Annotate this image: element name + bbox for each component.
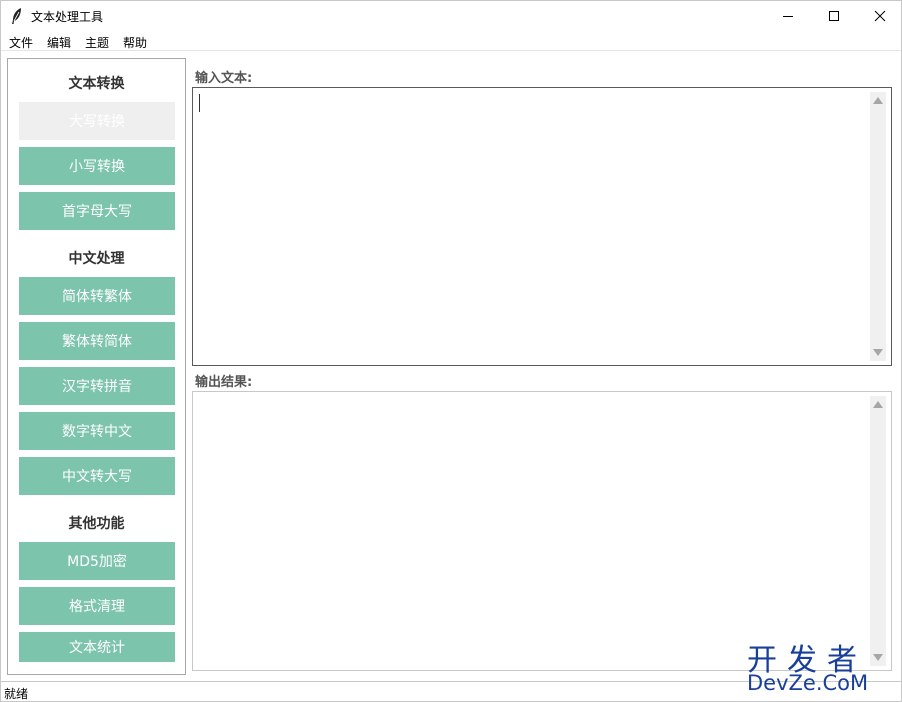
close-icon	[874, 10, 886, 22]
input-label: 输入文本:	[195, 71, 253, 86]
simplified-to-traditional-button[interactable]: 简体转繁体	[19, 277, 175, 315]
input-scrollbar[interactable]	[870, 92, 886, 361]
title-bar: 文本处理工具	[1, 1, 901, 31]
menu-theme[interactable]: 主题	[85, 34, 109, 51]
output-textarea[interactable]	[192, 391, 892, 671]
window-title: 文本处理工具	[31, 10, 104, 24]
status-text: 就绪	[4, 687, 29, 701]
sidebar: 文本转换 大写转换 小写转换 首字母大写 中文处理 简体转繁体 繁体转简体 汉字…	[7, 58, 186, 675]
uppercase-button[interactable]: 大写转换	[19, 102, 175, 140]
scroll-up-icon[interactable]	[873, 97, 883, 104]
maximize-button[interactable]	[811, 1, 857, 31]
text-caret	[199, 94, 200, 112]
app-window: 文本处理工具 文件 编辑 主题 帮助 文本转换 大写转换 小写转换 首字母大写 …	[0, 0, 902, 702]
hanzi-to-pinyin-button[interactable]: 汉字转拼音	[19, 367, 175, 405]
output-label: 输出结果:	[195, 375, 253, 390]
scroll-up-icon[interactable]	[873, 401, 883, 408]
minimize-button[interactable]	[765, 1, 811, 31]
traditional-to-simplified-button[interactable]: 繁体转简体	[19, 322, 175, 360]
input-textarea[interactable]	[192, 87, 892, 366]
capitalize-button[interactable]: 首字母大写	[19, 192, 175, 230]
lowercase-button[interactable]: 小写转换	[19, 147, 175, 185]
number-to-chinese-button[interactable]: 数字转中文	[19, 412, 175, 450]
output-scrollbar[interactable]	[870, 396, 886, 666]
menu-edit[interactable]: 编辑	[47, 34, 71, 51]
main-area: 文本转换 大写转换 小写转换 首字母大写 中文处理 简体转繁体 繁体转简体 汉字…	[1, 52, 901, 681]
menu-help[interactable]: 帮助	[123, 34, 147, 51]
menu-bar: 文件 编辑 主题 帮助	[1, 31, 901, 51]
chinese-to-uppercase-button[interactable]: 中文转大写	[19, 457, 175, 495]
watermark-line2: DevZe.CoM	[747, 671, 869, 695]
minimize-icon	[783, 16, 793, 17]
section-title-text-conversion: 文本转换	[68, 76, 125, 92]
md5-button[interactable]: MD5加密	[19, 542, 175, 580]
close-button[interactable]	[857, 1, 902, 31]
scroll-down-icon[interactable]	[873, 349, 883, 356]
maximize-icon	[829, 11, 839, 21]
section-title-chinese: 中文处理	[68, 251, 125, 267]
text-stats-button[interactable]: 文本统计	[19, 632, 175, 662]
watermark: 开发者 DevZe.CoM	[741, 635, 897, 699]
menu-file[interactable]: 文件	[9, 34, 33, 51]
format-clean-button[interactable]: 格式清理	[19, 587, 175, 625]
feather-icon	[12, 8, 21, 24]
section-title-other: 其他功能	[68, 516, 125, 532]
